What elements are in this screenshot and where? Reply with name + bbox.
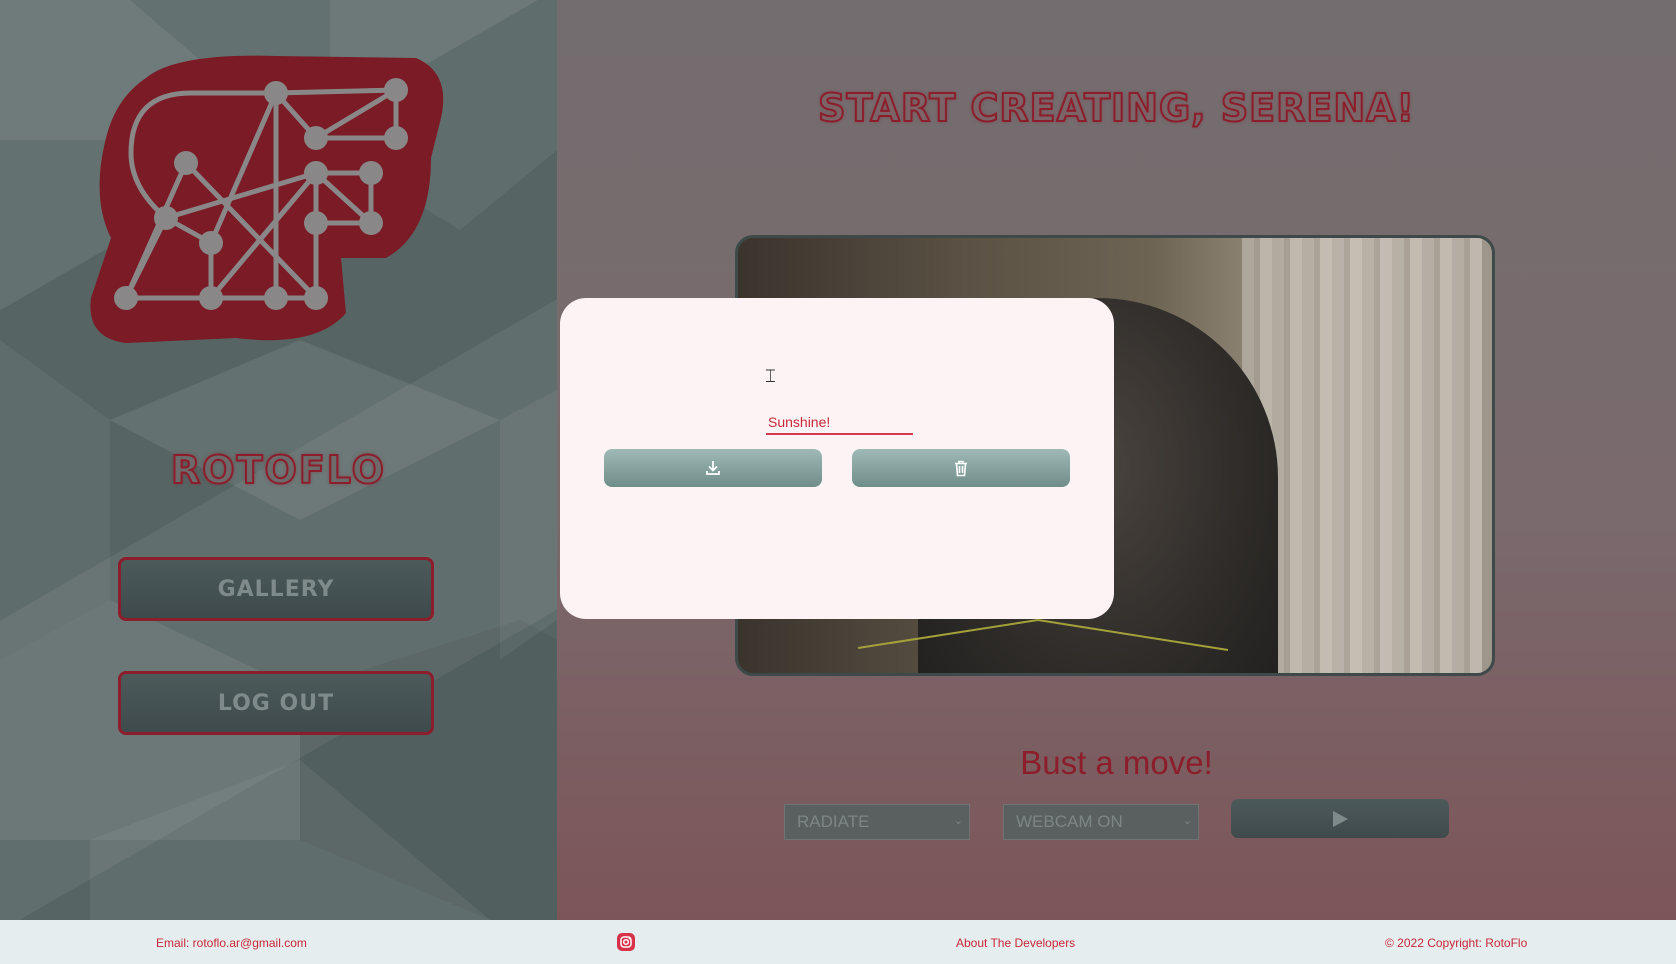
chevron-down-icon: ⌄ <box>1182 815 1192 827</box>
text-cursor-icon: ⌶ <box>765 366 776 387</box>
delete-button[interactable] <box>852 449 1070 487</box>
trash-icon <box>955 460 967 476</box>
page-title: START CREATING, SERENA! <box>817 85 1415 131</box>
effect-select-value: RADIATE <box>797 812 870 831</box>
source-select[interactable]: WEBCAM ON ⌄ <box>1003 804 1199 840</box>
footer: Email: rotoflo.ar@gmail.com About The De… <box>0 920 1676 964</box>
gallery-button[interactable]: GALLERY <box>118 557 434 621</box>
subtitle: Bust a move! <box>1020 744 1213 781</box>
source-select-value: WEBCAM ON <box>1016 812 1123 831</box>
download-button[interactable] <box>604 449 822 487</box>
play-icon <box>1333 810 1348 827</box>
chevron-down-icon: ⌄ <box>953 815 963 827</box>
sidebar: ROTOFLO GALLERY LOG OUT <box>0 0 557 920</box>
creation-name-input[interactable] <box>766 411 913 435</box>
effect-select[interactable]: RADIATE ⌄ <box>784 804 970 840</box>
play-button[interactable] <box>1231 799 1449 838</box>
download-icon <box>706 461 720 475</box>
logout-button[interactable]: LOG OUT <box>118 671 434 735</box>
copyright-text: © 2022 Copyright: RotoFlo <box>1385 936 1528 950</box>
save-dialog: ⌶ <box>560 298 1114 619</box>
rotoflo-logo <box>90 55 444 343</box>
brand-name: ROTOFLO <box>170 447 386 493</box>
footer-email-link[interactable]: Email: rotoflo.ar@gmail.com <box>156 936 307 950</box>
about-developers-link[interactable]: About The Developers <box>956 936 1075 950</box>
instagram-icon[interactable] <box>617 933 635 951</box>
